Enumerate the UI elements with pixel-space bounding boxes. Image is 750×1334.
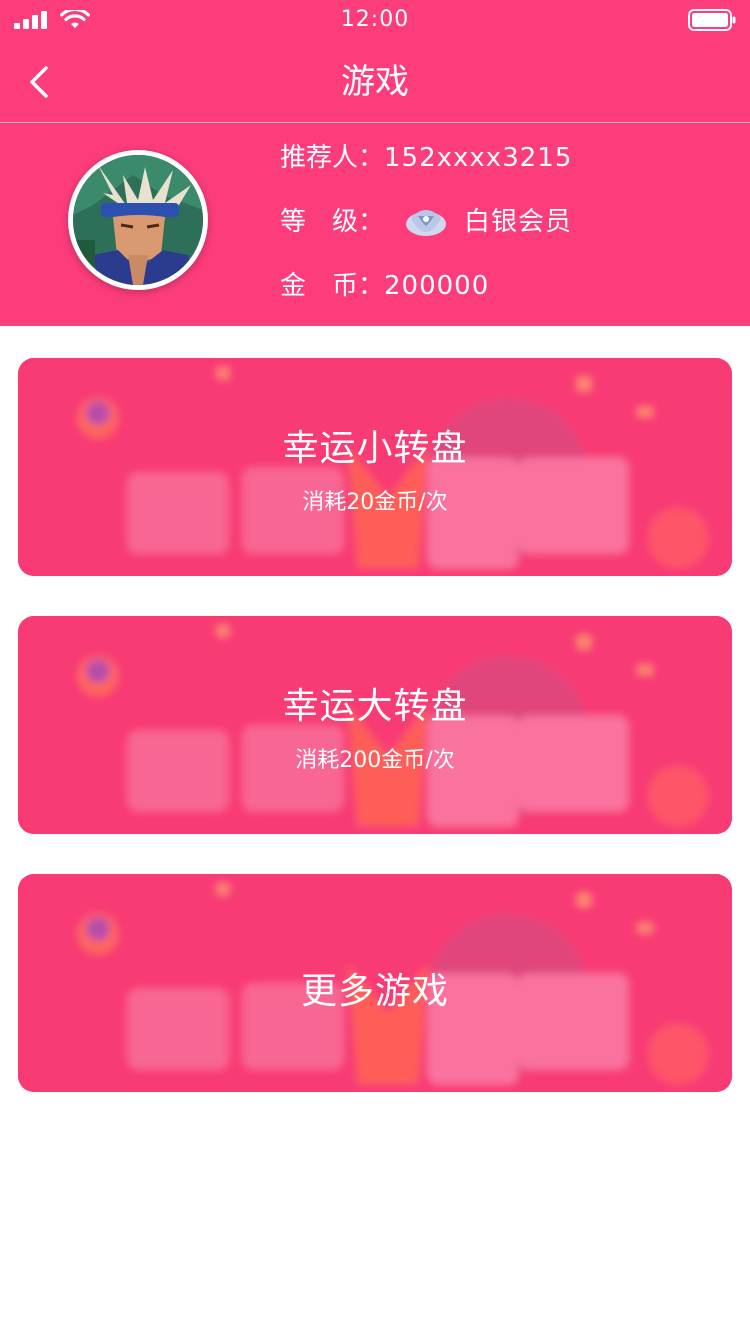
coins-label: 金 币： (280, 271, 385, 301)
game-card-lucky-small-wheel[interactable]: 幸运小转盘 消耗20金币/次 (18, 358, 732, 576)
level-label: 等 级： (280, 207, 385, 237)
referrer-row: 推荐人：152xxxx3215 (280, 141, 572, 175)
game-card-lucky-big-wheel[interactable]: 幸运大转盘 消耗200金币/次 (18, 616, 732, 834)
referrer-label: 推荐人： (280, 143, 385, 173)
avatar-image (73, 155, 203, 285)
profile-header: 12:00 游戏 推荐人：152xxxx3215 等 级： 白银会员 金 币：2… (0, 0, 750, 326)
coins-row: 金 币：200000 (280, 269, 489, 303)
referrer-value: 152xxxx3215 (384, 143, 573, 173)
card-cost: 消耗20金币/次 (302, 490, 448, 515)
header-divider (0, 122, 750, 123)
page-title: 游戏 (341, 62, 409, 102)
coins-value: 200000 (384, 271, 490, 301)
status-bar: 12:00 (0, 0, 750, 40)
silver-member-badge-icon (406, 209, 447, 236)
game-card-more-games[interactable]: 更多游戏 (18, 874, 732, 1092)
card-title: 幸运小转盘 (282, 428, 468, 469)
level-value: 白银会员 (464, 207, 573, 237)
card-title: 幸运大转盘 (282, 686, 468, 727)
card-cost: 消耗200金币/次 (295, 748, 455, 773)
nav-bar: 游戏 (0, 40, 750, 122)
battery-icon (688, 9, 736, 31)
card-title: 更多游戏 (300, 971, 449, 1012)
level-row: 等 级： 白银会员 (280, 205, 572, 240)
status-time: 12:00 (340, 7, 410, 32)
avatar[interactable] (68, 150, 208, 290)
